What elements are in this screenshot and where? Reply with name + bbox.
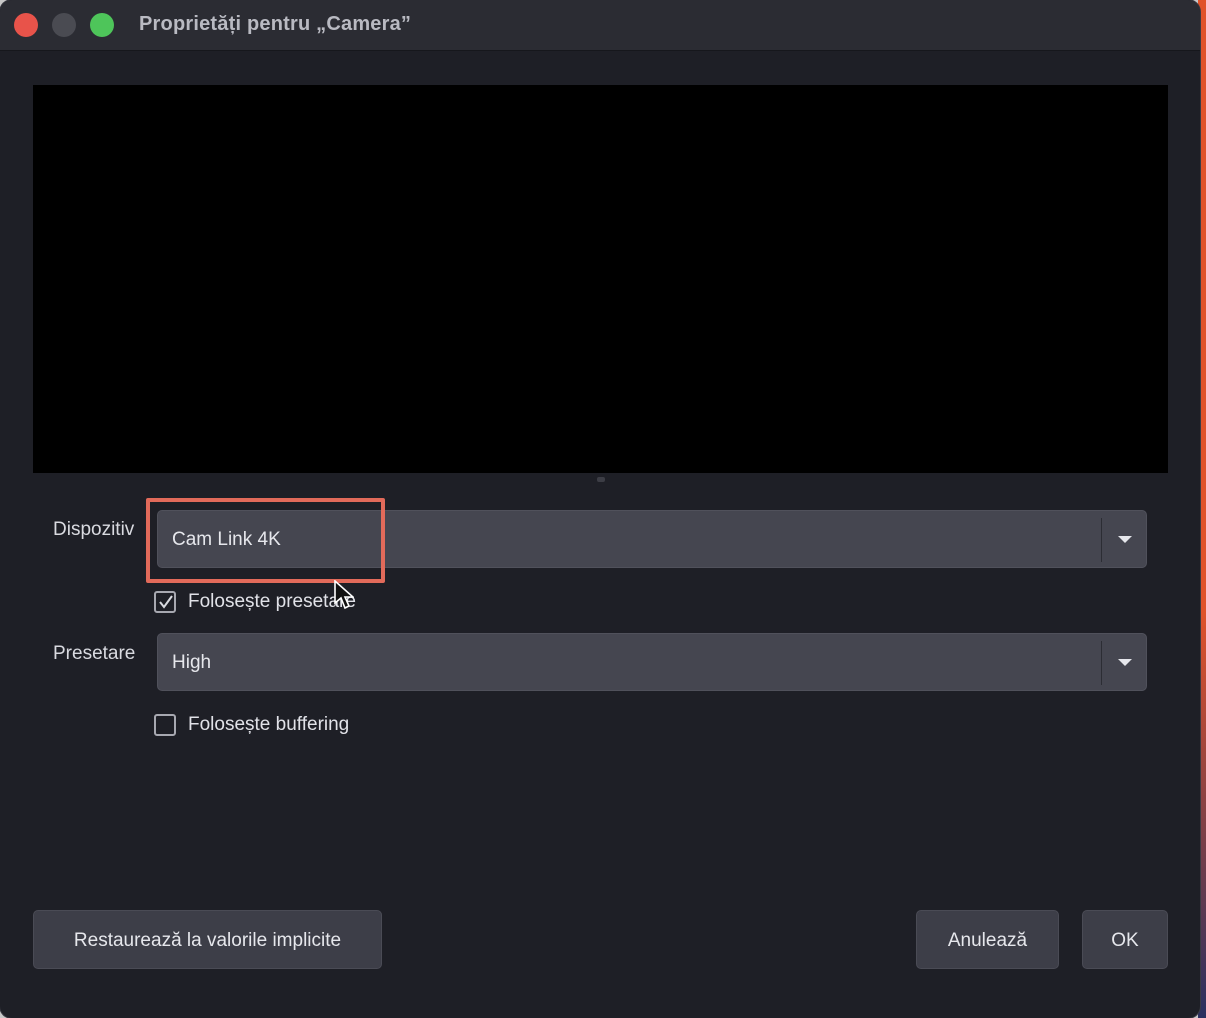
ok-button[interactable]: OK xyxy=(1082,910,1168,969)
device-label: Dispozitiv xyxy=(53,519,135,540)
camera-preview xyxy=(33,85,1168,473)
use-preset-checkbox[interactable] xyxy=(154,591,176,613)
close-window-button[interactable] xyxy=(14,13,38,37)
maximize-window-button[interactable] xyxy=(90,13,114,37)
select-divider xyxy=(1101,518,1102,562)
preset-select-value: High xyxy=(172,652,212,673)
title-bar: Proprietăți pentru „Camera” xyxy=(0,0,1200,51)
select-divider xyxy=(1101,641,1102,685)
highlight-annotation xyxy=(146,498,385,583)
checkmark-icon xyxy=(159,595,173,609)
chevron-down-icon[interactable] xyxy=(1118,536,1132,543)
preset-label: Presetare xyxy=(53,643,136,664)
cancel-button[interactable]: Anulează xyxy=(916,910,1059,969)
window-title: Proprietăți pentru „Camera” xyxy=(139,13,412,35)
use-buffering-label: Folosește buffering xyxy=(188,714,350,735)
minimize-window-button[interactable] xyxy=(52,13,76,37)
properties-dialog: Proprietăți pentru „Camera” Dispozitiv C… xyxy=(0,0,1200,1018)
mouse-pointer-icon xyxy=(334,580,354,610)
preview-resize-handle[interactable] xyxy=(597,477,605,482)
restore-defaults-button[interactable]: Restaurează la valorile implicite xyxy=(33,910,382,969)
chevron-down-icon[interactable] xyxy=(1118,659,1132,666)
use-preset-label: Folosește presetare xyxy=(188,591,356,612)
preset-select[interactable]: High xyxy=(157,633,1147,691)
use-buffering-checkbox[interactable] xyxy=(154,714,176,736)
